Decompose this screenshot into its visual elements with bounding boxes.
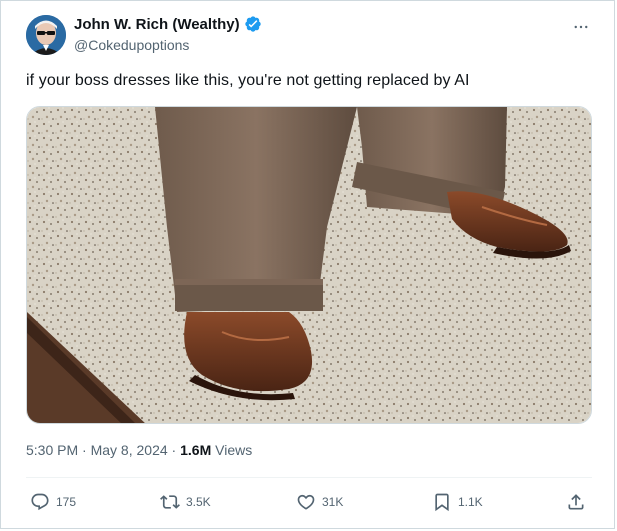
share-icon bbox=[568, 494, 584, 510]
tweet-card: John W. Rich (Wealthy) @Cokedupoptions i… bbox=[0, 0, 615, 529]
more-options-button[interactable] bbox=[569, 15, 593, 39]
meta-separator-2: · bbox=[167, 442, 181, 458]
repost-icon bbox=[160, 495, 180, 509]
avatar[interactable] bbox=[26, 15, 66, 55]
reply-button[interactable]: 175 bbox=[30, 487, 76, 517]
bookmark-button[interactable]: 1.1K bbox=[432, 487, 483, 517]
bookmark-count: 1.1K bbox=[458, 495, 483, 509]
divider bbox=[26, 477, 592, 478]
views-count: 1.6M bbox=[180, 442, 212, 458]
repost-button[interactable]: 3.5K bbox=[160, 487, 211, 517]
tweet-time[interactable]: 5:30 PM bbox=[26, 442, 78, 458]
meta-separator: · bbox=[78, 442, 91, 458]
views-label: Views bbox=[215, 442, 253, 458]
action-bar: 175 3.5K 31K 1.1K bbox=[26, 487, 592, 517]
repost-count: 3.5K bbox=[186, 495, 211, 509]
avatar-image bbox=[26, 15, 66, 55]
tweet-media[interactable] bbox=[26, 106, 592, 424]
tweet-date[interactable]: May 8, 2024 bbox=[91, 442, 168, 458]
heart-icon bbox=[297, 494, 315, 510]
like-button[interactable]: 31K bbox=[296, 487, 343, 517]
author-handle[interactable]: @Cokedupoptions bbox=[74, 37, 189, 53]
reply-icon bbox=[31, 493, 49, 511]
more-options-icon bbox=[574, 25, 588, 29]
tweet-text: if your boss dresses like this, you're n… bbox=[26, 72, 470, 89]
tweet-meta: 5:30 PM · May 8, 2024 · 1.6M Views bbox=[26, 442, 252, 458]
like-count: 31K bbox=[322, 495, 344, 509]
media-photo bbox=[27, 107, 591, 423]
author-name[interactable]: John W. Rich (Wealthy) bbox=[74, 16, 240, 33]
verified-badge-icon bbox=[244, 15, 262, 33]
bookmark-icon bbox=[435, 493, 449, 512]
share-button[interactable] bbox=[566, 487, 586, 517]
reply-count: 175 bbox=[56, 495, 77, 509]
